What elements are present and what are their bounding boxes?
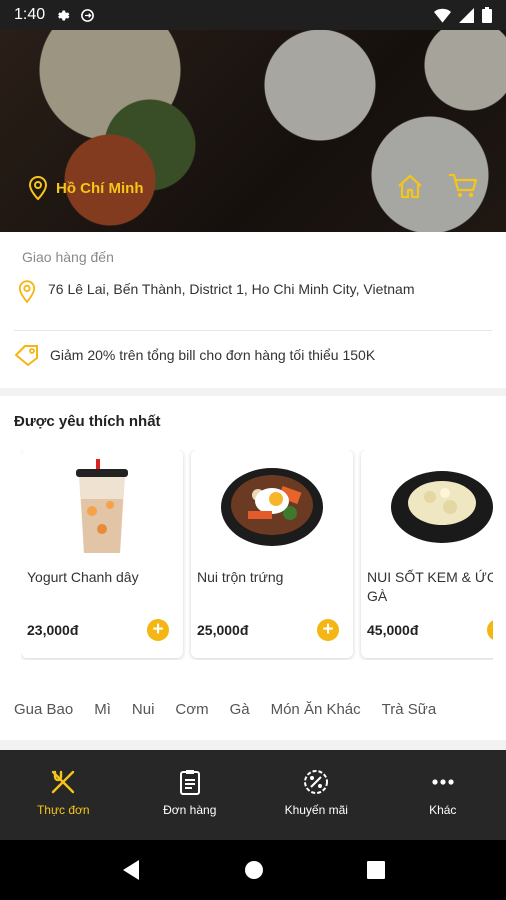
location-pin-icon <box>28 176 48 200</box>
settings-icon <box>58 10 70 20</box>
category-tab[interactable]: Cơm <box>175 701 208 718</box>
promo-banner[interactable]: Giảm 20% trên tổng bill cho đơn hàng tối… <box>14 344 375 366</box>
home-icon[interactable] <box>396 172 424 200</box>
nav-label: Khác <box>429 803 457 817</box>
tag-icon <box>15 345 38 366</box>
hero-shade <box>0 30 506 232</box>
product-price: 23,000đ <box>27 622 79 638</box>
nav-label: Khuyến mãi <box>284 803 348 817</box>
promo-text: Giảm 20% trên tổng bill cho đơn hàng tối… <box>50 347 376 363</box>
popular-section: Được yêu thích nhất Yogurt Chanh dây 23,… <box>0 396 506 740</box>
sync-icon <box>81 8 95 22</box>
fork-knife-icon <box>52 770 75 794</box>
product-image <box>21 456 183 558</box>
add-to-cart-button[interactable]: + <box>487 619 493 641</box>
back-icon[interactable] <box>121 859 141 881</box>
recents-icon[interactable] <box>366 861 385 879</box>
product-card[interactable]: Nui trộn trứng 25,000đ + <box>191 450 353 658</box>
nav-promotions[interactable]: Khuyến mãi <box>253 750 380 840</box>
divider <box>14 330 492 331</box>
nav-label: Thực đơn <box>36 803 90 817</box>
location-pin-icon <box>18 280 36 304</box>
bottom-nav: Thực đơn Đơn hàng Khuyến mãi Khác <box>0 750 506 840</box>
product-image <box>191 456 353 558</box>
hero-banner: Hồ Chí Minh <box>0 30 506 232</box>
add-to-cart-button[interactable]: + <box>147 619 169 641</box>
delivery-address-text: 76 Lê Lai, Bến Thành, District 1, Ho Chi… <box>48 281 415 297</box>
category-tab[interactable]: Nui <box>132 701 155 718</box>
cart-icon[interactable] <box>448 172 478 200</box>
product-name: NUI SỐT KEM & ỨC GÀ <box>367 569 493 604</box>
product-price: 45,000đ <box>367 622 419 638</box>
location-selector[interactable]: Hồ Chí Minh <box>28 176 143 200</box>
system-nav-bar <box>0 840 506 900</box>
category-tab[interactable]: Trà Sữa <box>382 701 437 718</box>
product-name: Nui trộn trứng <box>197 569 284 585</box>
product-price: 25,000đ <box>197 622 249 638</box>
home-circle-icon[interactable] <box>244 860 264 880</box>
signal-icon <box>459 7 474 23</box>
product-name: Yogurt Chanh dây <box>27 569 139 585</box>
section-title: Được yêu thích nhất <box>14 413 161 430</box>
category-tab[interactable]: Mì <box>94 701 111 718</box>
category-tab[interactable]: Gua Bao <box>14 701 73 718</box>
wifi-icon <box>434 8 451 23</box>
category-tab[interactable]: Gà <box>230 701 250 718</box>
product-carousel[interactable]: Yogurt Chanh dây 23,000đ + Nui trộn trứn… <box>21 450 493 660</box>
delivery-label: Giao hàng đến <box>22 249 114 265</box>
clipboard-icon <box>179 770 200 795</box>
delivery-card: Giao hàng đến 76 Lê Lai, Bến Thành, Dist… <box>0 232 506 388</box>
nav-orders[interactable]: Đơn hàng <box>127 750 254 840</box>
delivery-address[interactable]: 76 Lê Lai, Bến Thành, District 1, Ho Chi… <box>18 279 492 305</box>
category-tabs: Gua Bao Mì Nui Cơm Gà Món Ăn Khác Trà Sữa <box>0 701 506 727</box>
battery-icon <box>482 7 492 23</box>
discount-badge-icon <box>304 770 329 794</box>
location-label: Hồ Chí Minh <box>56 179 144 197</box>
more-dots-icon <box>432 779 454 785</box>
nav-label: Đơn hàng <box>163 803 217 817</box>
add-to-cart-button[interactable]: + <box>317 619 339 641</box>
nav-menu[interactable]: Thực đơn <box>0 750 127 840</box>
product-card[interactable]: Yogurt Chanh dây 23,000đ + <box>21 450 183 658</box>
product-image <box>361 456 493 558</box>
product-card[interactable]: NUI SỐT KEM & ỨC GÀ 45,000đ + <box>361 450 493 658</box>
status-bar: 1:40 <box>0 0 506 30</box>
status-time: 1:40 <box>14 6 46 23</box>
category-tab[interactable]: Món Ăn Khác <box>271 701 361 718</box>
nav-more[interactable]: Khác <box>380 750 506 840</box>
